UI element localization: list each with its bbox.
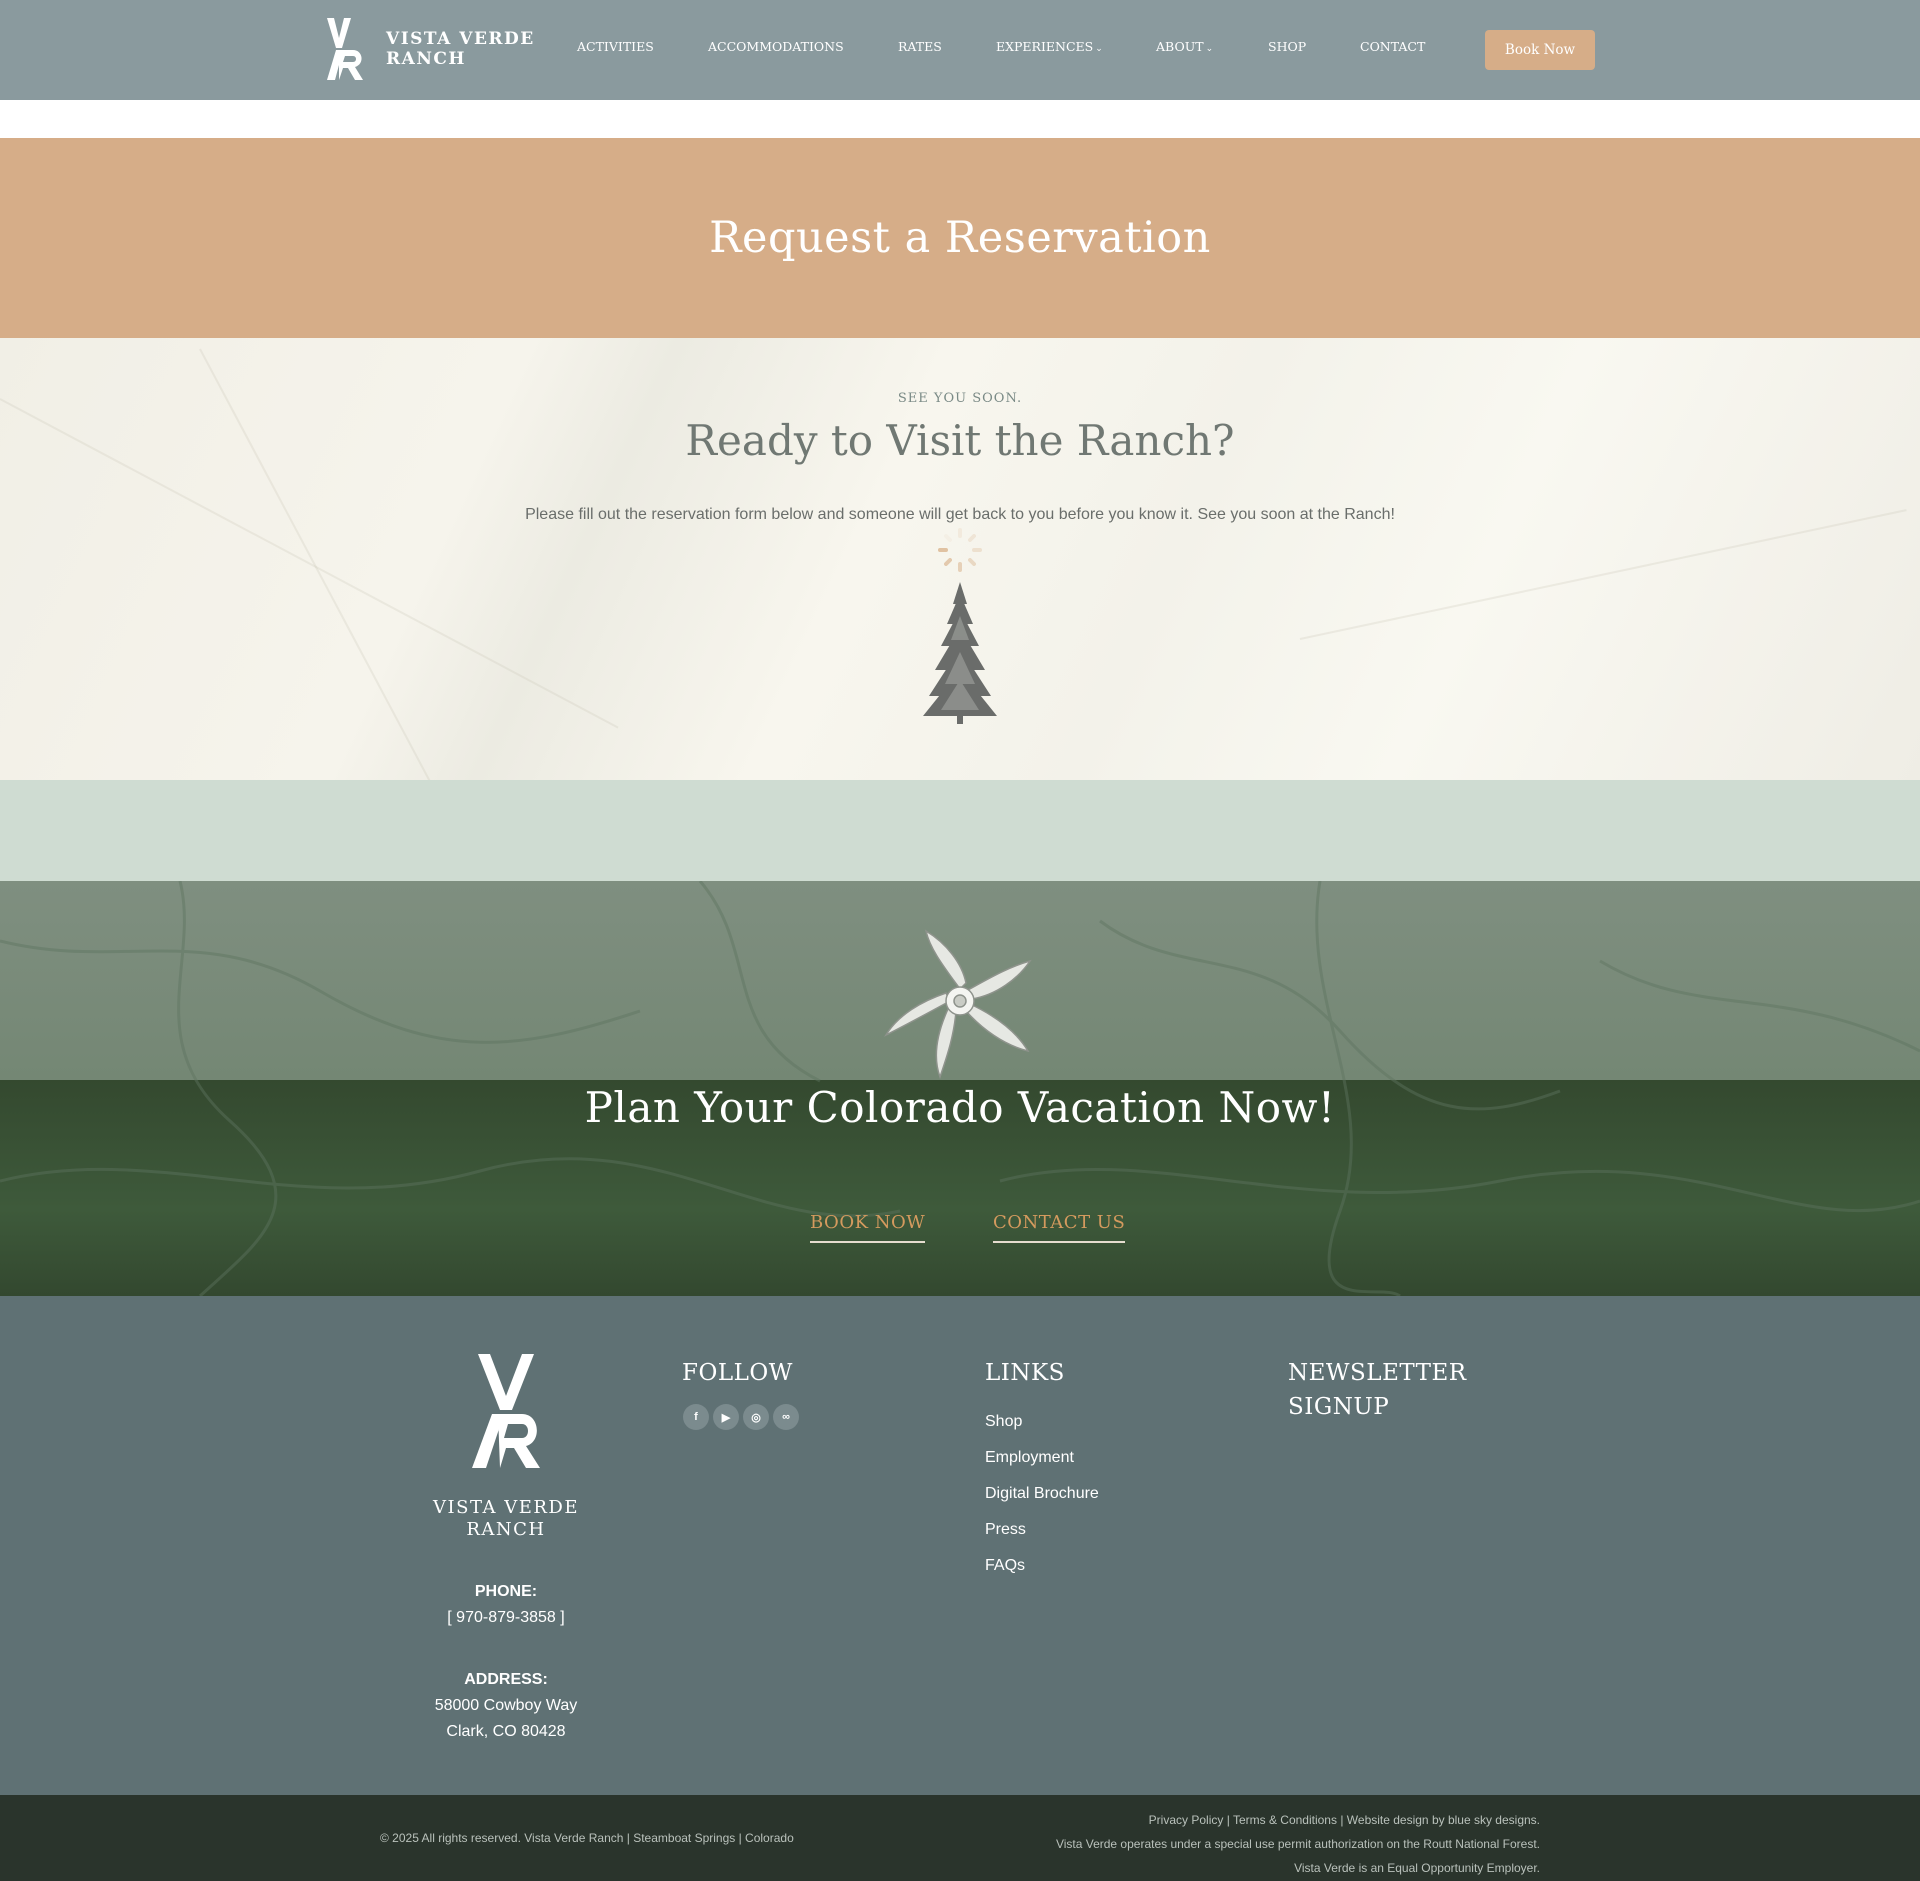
links-heading: LINKS — [985, 1360, 1065, 1386]
social-links: f ▶ ◎ ∞ — [683, 1404, 799, 1430]
terms-link[interactable]: Terms & Conditions — [1233, 1813, 1337, 1827]
address-line2: Clark, CO 80428 — [446, 1723, 566, 1740]
section-heading: Ready to Visit the Ranch? — [685, 416, 1235, 465]
vr-logo-mark — [327, 18, 363, 80]
brand-name: VISTA VERDE RANCH — [386, 29, 536, 69]
paper-texture — [199, 348, 436, 780]
reservation-intro: SEE YOU SOON. Ready to Visit the Ranch? … — [0, 338, 1920, 780]
eyebrow-text: SEE YOU SOON. — [897, 391, 1023, 406]
legal-links: Privacy Policy | Terms & Conditions | We… — [1056, 1808, 1540, 1880]
copyright-text: © 2025 All rights reserved. Vista Verde … — [380, 1831, 794, 1845]
follow-heading: FOLLOW — [682, 1360, 793, 1386]
footer-link-faqs[interactable]: FAQs — [985, 1548, 1099, 1584]
columbine-flower-illustration — [884, 929, 1032, 1079]
vr-logo-mark — [472, 1354, 540, 1468]
chevron-down-icon: ⌄ — [1205, 44, 1214, 54]
page-title: Request a Reservation — [709, 213, 1211, 263]
youtube-icon[interactable]: ▶ — [713, 1404, 739, 1430]
site-logo[interactable]: VISTA VERDE RANCH — [323, 16, 536, 82]
address-line1: 58000 Cowboy Way — [434, 1697, 578, 1714]
footer-link-digital-brochure[interactable]: Digital Brochure — [985, 1476, 1099, 1512]
site-footer: VISTA VERDE RANCH PHONE: [ 970-879-3858 … — [0, 1296, 1920, 1795]
cta-heading: Plan Your Colorado Vacation Now! — [584, 1083, 1336, 1132]
footer-brand-name: VISTA VERDE RANCH — [430, 1497, 582, 1541]
nav-item-experiences-label: EXPERIENCES — [996, 39, 1094, 54]
phone-number[interactable]: [ 970-879-3858 ] — [410, 1605, 602, 1631]
brand-name-line1: VISTA VERDE — [386, 29, 535, 49]
design-credit-link[interactable]: Website design by blue sky designs. — [1347, 1813, 1540, 1827]
footer-brand-line2: RANCH — [466, 1519, 546, 1540]
chevron-down-icon: ⌄ — [1095, 44, 1103, 54]
phone-label: PHONE: — [474, 1583, 538, 1600]
spacer-band — [0, 780, 1920, 881]
footer-link-employment[interactable]: Employment — [985, 1440, 1099, 1476]
nav-item-experiences[interactable]: EXPERIENCES ⌄ — [996, 39, 1103, 54]
tripadvisor-icon[interactable]: ∞ — [773, 1404, 799, 1430]
brand-name-line2: RANCH — [386, 49, 466, 69]
nav-item-rates[interactable]: RATES — [898, 39, 942, 54]
nav-item-accommodations[interactable]: ACCOMMODATIONS — [708, 39, 844, 54]
footer-brand-line1: VISTA VERDE — [433, 1497, 579, 1518]
footer-links: Shop Employment Digital Brochure Press F… — [985, 1404, 1099, 1584]
pine-tree-illustration — [923, 582, 997, 724]
site-header: VISTA VERDE RANCH ACTIVITIES ACCOMMODATI… — [0, 0, 1920, 100]
nav-item-about-label: ABOUT — [1156, 39, 1204, 54]
cta-book-now-link[interactable]: BOOK NOW — [810, 1212, 926, 1243]
nav-item-shop[interactable]: SHOP — [1268, 39, 1306, 54]
book-now-button[interactable]: Book Now — [1485, 30, 1595, 70]
newsletter-heading-line1: NEWSLETTER — [1288, 1360, 1467, 1386]
eeo-text: Vista Verde is an Equal Opportunity Empl… — [1294, 1861, 1540, 1875]
footer-link-press[interactable]: Press — [985, 1512, 1099, 1548]
plan-vacation-cta: Plan Your Colorado Vacation Now! BOOK NO… — [0, 881, 1920, 1296]
footer-address: ADDRESS: 58000 Cowboy Way Clark, CO 8042… — [410, 1667, 602, 1745]
nav-item-about[interactable]: ABOUT ⌄ — [1156, 39, 1213, 54]
cta-contact-us-link[interactable]: CONTACT US — [993, 1212, 1126, 1243]
privacy-policy-link[interactable]: Privacy Policy — [1149, 1813, 1224, 1827]
legal-links-row: Privacy Policy | Terms & Conditions | We… — [1056, 1808, 1540, 1832]
newsletter-heading: NEWSLETTER SIGNUP — [1288, 1356, 1467, 1424]
newsletter-heading-line2: SIGNUP — [1288, 1394, 1390, 1420]
instagram-icon[interactable]: ◎ — [743, 1404, 769, 1430]
footer-link-shop[interactable]: Shop — [985, 1404, 1099, 1440]
nav-item-contact[interactable]: CONTACT — [1360, 39, 1425, 54]
intro-text: Please fill out the reservation form bel… — [525, 506, 1395, 523]
footer-bottom-bar: © 2025 All rights reserved. Vista Verde … — [0, 1795, 1920, 1881]
facebook-icon[interactable]: f — [683, 1404, 709, 1430]
permit-text: Vista Verde operates under a special use… — [1055, 1837, 1540, 1851]
loading-spinner-icon — [938, 528, 982, 572]
address-label: ADDRESS: — [464, 1671, 548, 1688]
nav-item-activities[interactable]: ACTIVITIES — [577, 39, 654, 54]
paper-texture — [1299, 509, 1907, 640]
footer-logo[interactable]: VISTA VERDE RANCH — [430, 1352, 582, 1541]
page-title-band: Request a Reservation — [0, 138, 1920, 338]
footer-phone: PHONE: [ 970-879-3858 ] — [410, 1579, 602, 1631]
